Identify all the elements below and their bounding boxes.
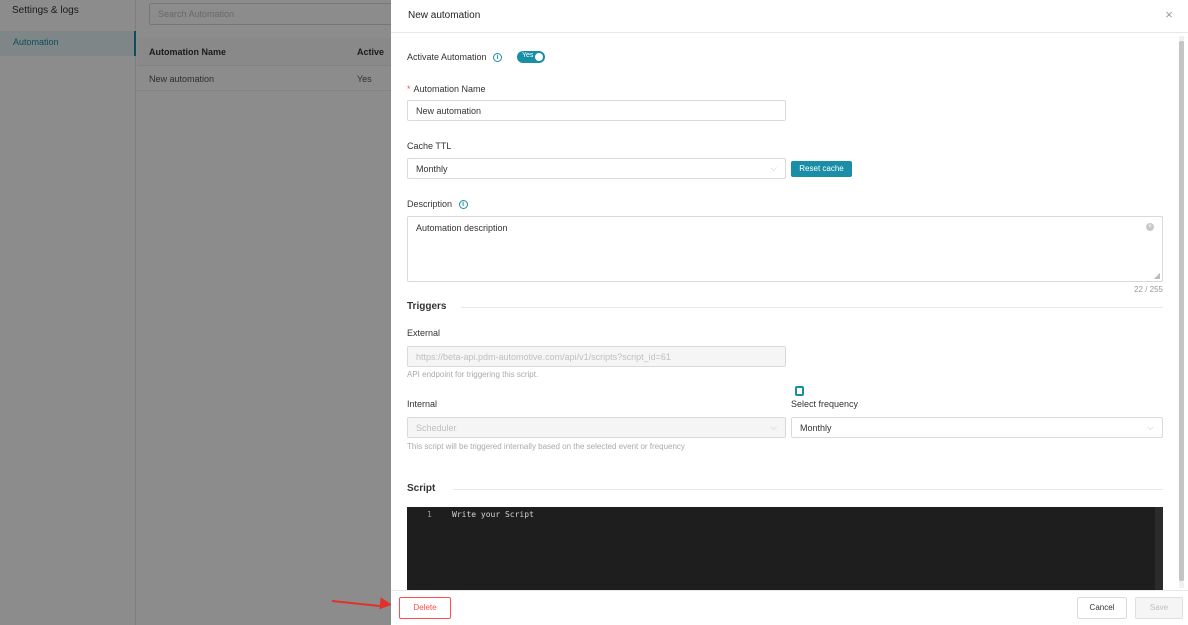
script-editor[interactable]: 1 Write your Script [407, 507, 1163, 593]
editor-scrollbar[interactable] [1155, 507, 1163, 593]
external-hint: API endpoint for triggering this script. [407, 370, 539, 379]
chevron-down-icon: ⌵ [770, 163, 777, 173]
external-url-input: https://beta-api.pdm-automotive.com/api/… [407, 346, 786, 367]
chevron-down-icon: ⌵ [770, 422, 777, 432]
description-value: Automation description [416, 223, 508, 233]
frequency-label: Select frequency [791, 399, 859, 409]
line-number: 1 [427, 510, 432, 519]
close-icon[interactable]: × [1162, 8, 1176, 22]
reset-cache-button[interactable]: Reset cache [791, 161, 852, 177]
activate-label: Activate Automation i [407, 52, 503, 63]
drawer-header: New automation × [391, 0, 1188, 33]
save-button[interactable]: Save [1135, 597, 1183, 619]
section-divider [453, 489, 1163, 490]
clear-icon[interactable]: × [1146, 223, 1154, 231]
automation-drawer: New automation × Activate Automation i Y… [391, 0, 1188, 625]
chevron-down-icon: ⌵ [1147, 422, 1154, 432]
activate-toggle[interactable]: Yes [517, 51, 545, 63]
info-icon[interactable]: i [493, 53, 503, 63]
section-divider [461, 307, 1163, 308]
toggle-knob [535, 53, 543, 61]
triggers-title: Triggers [407, 301, 447, 312]
activate-label-text: Activate Automation [407, 52, 487, 62]
drawer-title: New automation [408, 10, 481, 21]
copy-icon[interactable] [795, 386, 804, 396]
modal-overlay[interactable] [0, 0, 391, 625]
required-star-icon: * [407, 84, 411, 94]
internal-select: Scheduler ⌵ [407, 417, 786, 438]
cache-ttl-value: Monthly [416, 164, 448, 174]
internal-label: Internal [407, 399, 438, 409]
drawer-body: Activate Automation i Yes * Automation Na… [391, 33, 1176, 593]
cache-ttl-select[interactable]: Monthly ⌵ [407, 158, 786, 179]
internal-placeholder: Scheduler [416, 423, 457, 433]
scrollbar-thumb[interactable] [1179, 41, 1184, 581]
info-icon[interactable]: i [458, 200, 468, 210]
cancel-button[interactable]: Cancel [1077, 597, 1127, 619]
description-counter: 22 / 255 [1134, 285, 1163, 294]
resize-icon[interactable]: ◢ [1154, 271, 1160, 280]
delete-button[interactable]: Delete [399, 597, 451, 619]
automation-name-label: * Automation Name [407, 84, 486, 94]
drawer-footer: Delete Cancel Save [391, 590, 1188, 625]
description-textarea[interactable]: Automation description × ◢ [407, 216, 1163, 282]
description-label-text: Description [407, 199, 453, 209]
frequency-value: Monthly [800, 423, 832, 433]
drawer-scrollbar[interactable] [1179, 36, 1184, 588]
script-title: Script [407, 483, 436, 494]
cache-ttl-label: Cache TTL [407, 141, 452, 151]
toggle-text: Yes [522, 52, 534, 59]
script-line: Write your Script [452, 510, 534, 519]
internal-hint: This script will be triggered internally… [407, 442, 685, 451]
automation-name-input[interactable]: New automation [407, 100, 786, 121]
external-label: External [407, 328, 441, 338]
frequency-select[interactable]: Monthly ⌵ [791, 417, 1163, 438]
description-label: Description i [407, 199, 468, 210]
automation-name-label-text: Automation Name [413, 84, 486, 94]
